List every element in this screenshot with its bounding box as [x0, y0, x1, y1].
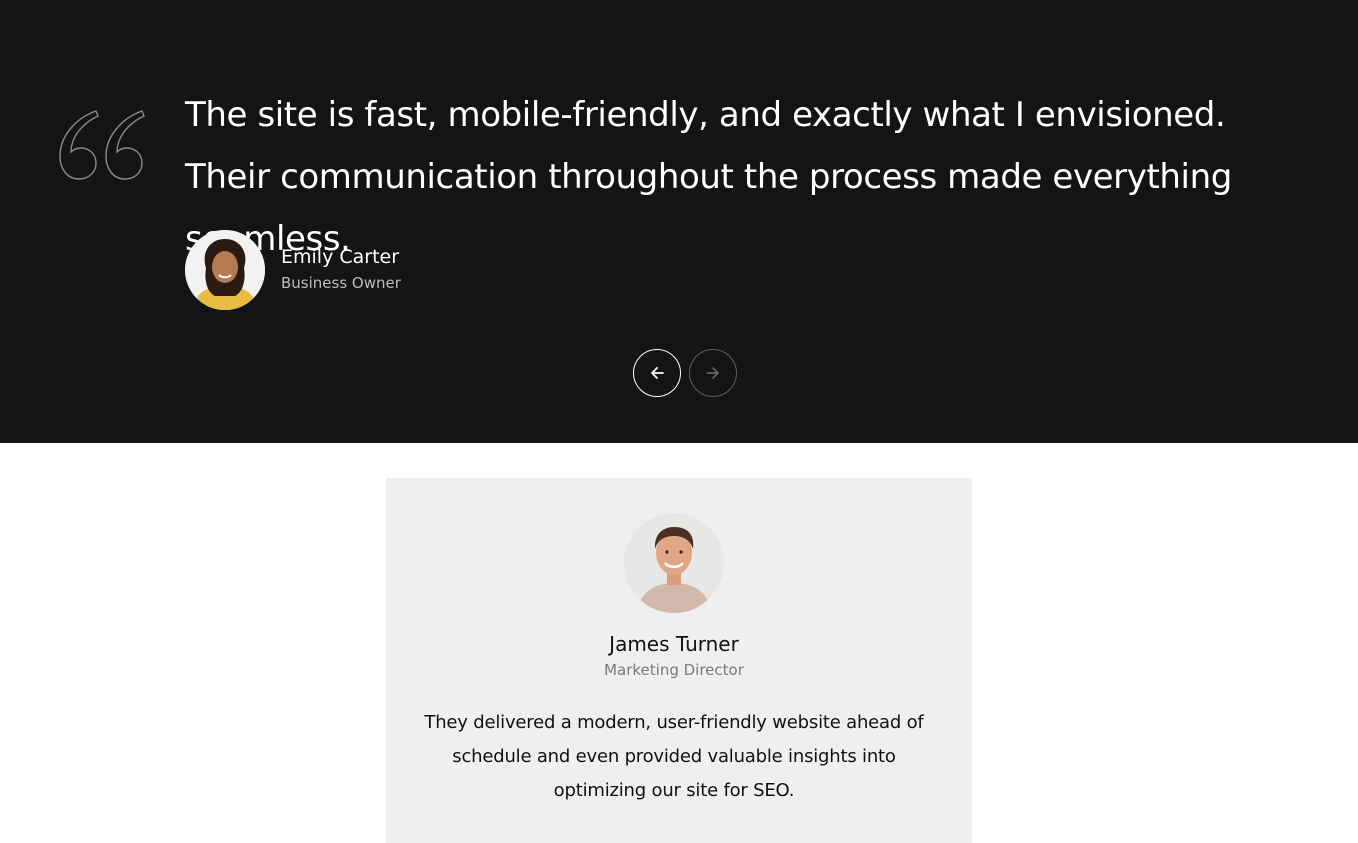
author-name: Emily Carter — [281, 246, 400, 268]
avatar — [185, 230, 265, 310]
arrow-left-icon — [651, 367, 664, 379]
author-role: Business Owner — [281, 274, 401, 292]
card-author-name: James Turner — [609, 632, 739, 656]
testimonial-card: James Turner Marketing Director They del… — [386, 478, 972, 843]
featured-testimonial-section: The site is fast, mobile-friendly, and e… — [0, 0, 1358, 443]
arrow-right-icon — [706, 367, 719, 379]
avatar — [624, 513, 724, 613]
card-author-role: Marketing Director — [604, 661, 744, 679]
quote-icon — [59, 110, 145, 180]
previous-testimonial-button[interactable] — [633, 349, 681, 397]
card-testimonial-text: They delivered a modern, user-friendly w… — [424, 712, 924, 801]
testimonial-author: Emily Carter Business Owner — [185, 230, 401, 310]
next-testimonial-button[interactable] — [689, 349, 737, 397]
